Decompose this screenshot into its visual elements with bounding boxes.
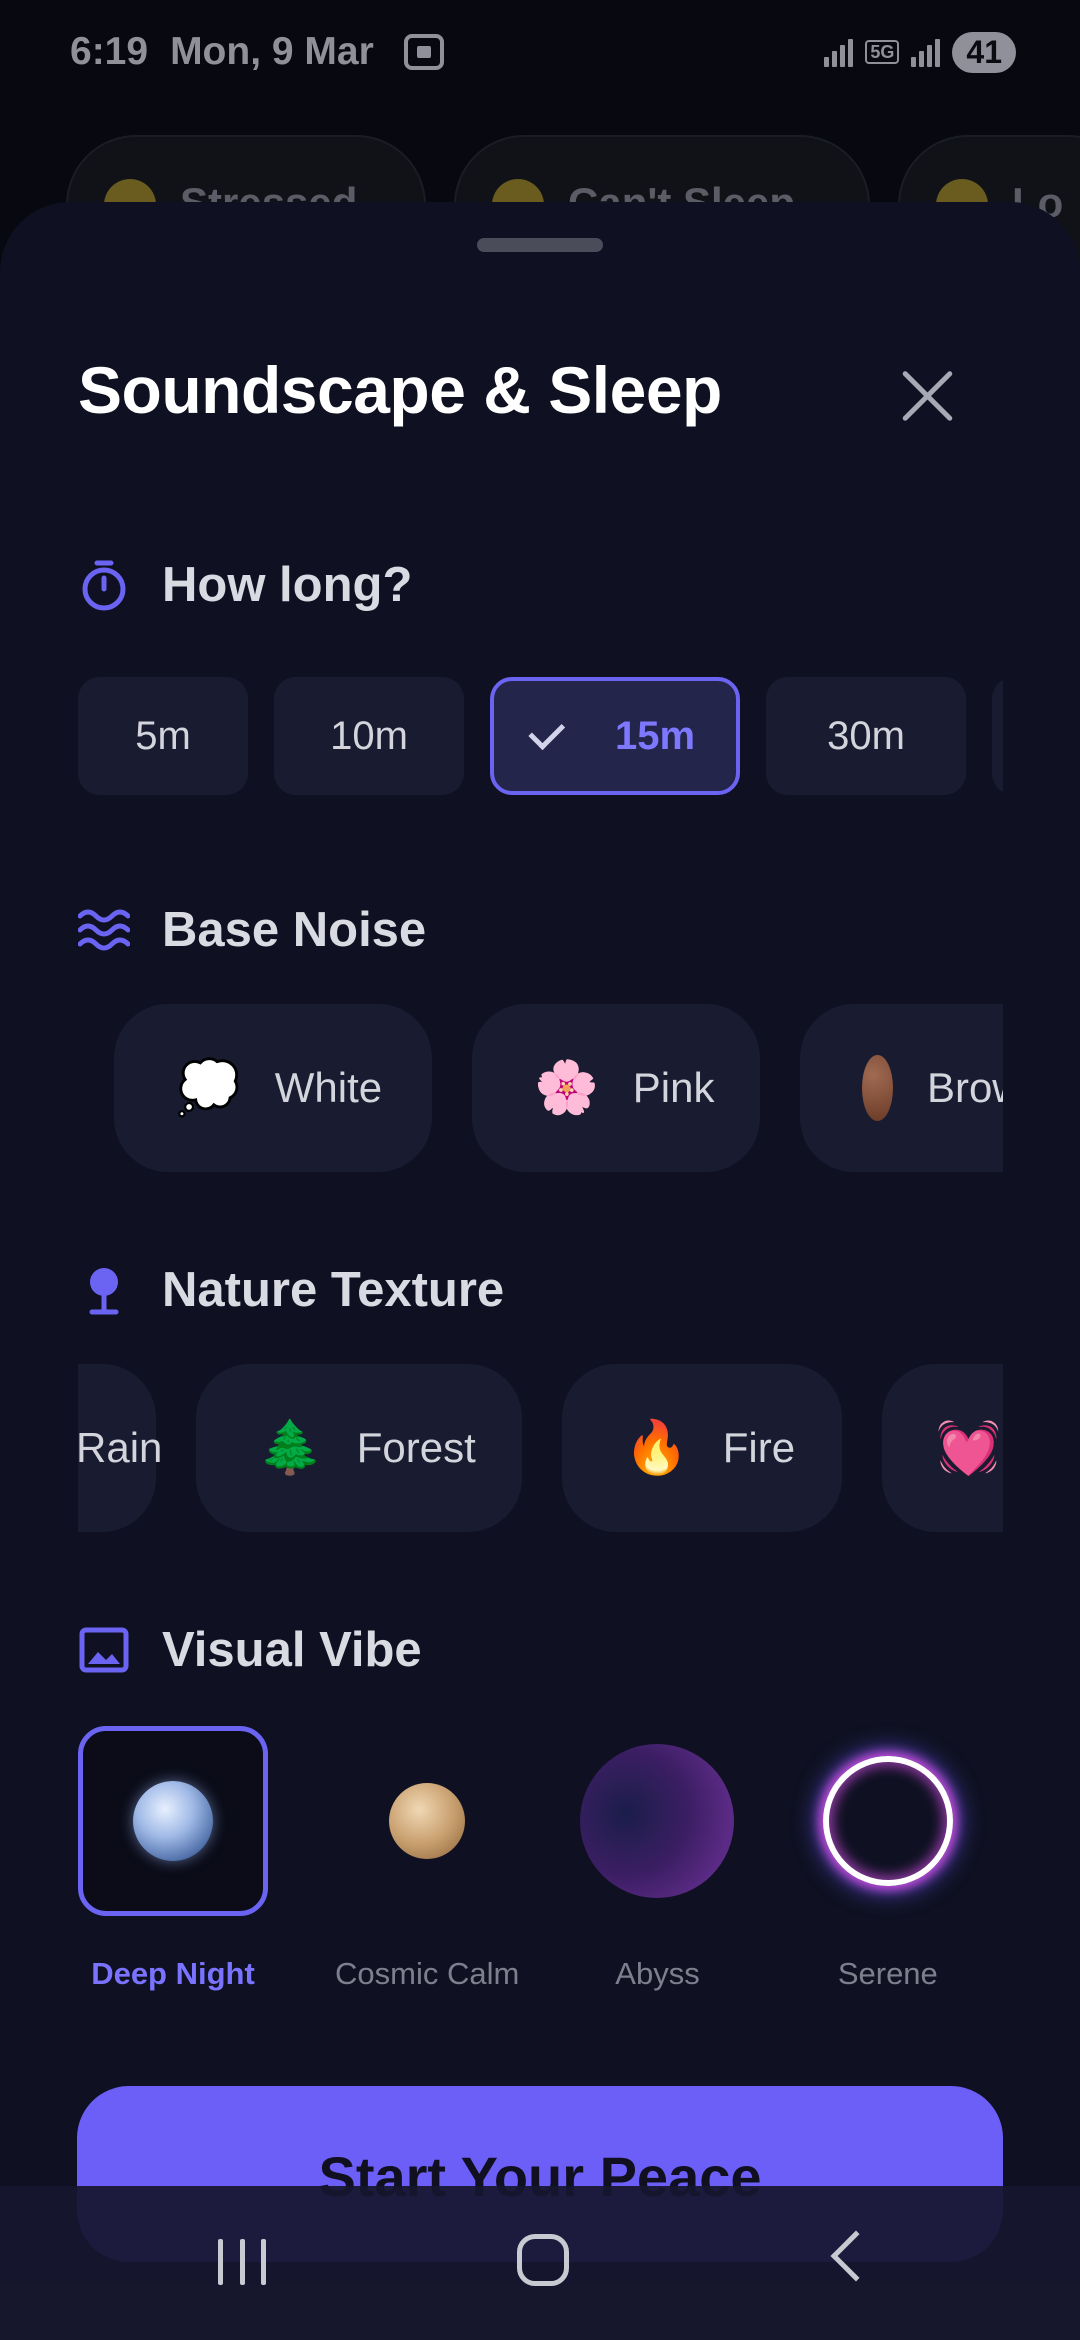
network-type-label: 5G xyxy=(865,40,900,64)
home-icon[interactable] xyxy=(517,2234,569,2286)
glow-ring-icon xyxy=(822,1756,953,1886)
nature-option-forest[interactable]: 🌲 Forest xyxy=(196,1364,522,1532)
recent-apps-icon[interactable] xyxy=(218,2239,266,2285)
image-icon xyxy=(79,1627,129,1673)
evergreen-tree-icon: 🌲 xyxy=(258,1419,323,1477)
base-noise-options: 💭 White 🌸 Pink Brown xyxy=(78,1004,1003,1174)
status-right: 5G 41 xyxy=(824,31,1016,73)
noise-option-label: White xyxy=(274,1064,383,1111)
duration-option-more[interactable] xyxy=(992,677,1003,795)
nature-option-label: Fire xyxy=(722,1424,796,1471)
vibe-option-abyss[interactable]: Abyss xyxy=(542,1726,772,1992)
sheet-title: Soundscape & Sleep xyxy=(78,353,722,427)
cherry-blossom-icon: 🌸 xyxy=(534,1059,599,1117)
duration-options: 5m 10m 15m 30m xyxy=(78,677,1003,801)
vibe-option-cosmic-calm[interactable]: Cosmic Calm xyxy=(312,1726,542,1992)
vibe-option-label: Serene xyxy=(837,1956,938,1991)
vibe-thumbnail xyxy=(332,1726,522,1916)
nature-texture-options: Rain 🌲 Forest 🔥 Fire 💓 xyxy=(78,1364,1003,1534)
vibe-option-label: Deep Night xyxy=(91,1956,255,1991)
battery-level: 41 xyxy=(952,31,1016,73)
noise-option-white[interactable]: 💭 White xyxy=(114,1004,432,1172)
abyss-orb-icon xyxy=(580,1744,735,1898)
visual-vibe-section-label: Visual Vibe xyxy=(162,1623,422,1677)
fire-icon: 🔥 xyxy=(624,1419,689,1477)
blue-moon-icon xyxy=(133,1781,213,1861)
signal-icon xyxy=(824,37,854,67)
screen: 6:19 Mon, 9 Mar 5G 41 Stressed Can't Sle… xyxy=(0,0,1080,2340)
tree-icon xyxy=(89,1268,119,1315)
waves-icon xyxy=(78,909,130,951)
navigation-bar xyxy=(0,2186,1080,2340)
duration-option-15m-selected[interactable]: 15m xyxy=(490,677,740,795)
vibe-thumbnail xyxy=(78,1726,268,1916)
base-noise-section-label: Base Noise xyxy=(162,903,427,957)
vibe-option-label: Abyss xyxy=(615,1956,700,1991)
duration-option-10m[interactable]: 10m xyxy=(274,677,464,795)
nature-option-label: Forest xyxy=(356,1424,476,1471)
status-time: 6:19 xyxy=(70,30,149,73)
duration-option-label: 30m xyxy=(827,713,905,758)
vibe-option-label: Cosmic Calm xyxy=(335,1956,520,1991)
visual-vibe-options: Deep Night Cosmic Calm Abyss Serene xyxy=(78,1726,1003,1992)
tan-moon-icon xyxy=(389,1783,466,1859)
duration-option-30m[interactable]: 30m xyxy=(766,677,966,795)
duration-section-header: How long? xyxy=(78,557,412,613)
visual-vibe-section-header: Visual Vibe xyxy=(78,1622,422,1678)
nature-option-label: Rain xyxy=(78,1424,163,1471)
nature-section-label: Nature Texture xyxy=(162,1263,505,1317)
nature-option-heartbeat[interactable]: 💓 xyxy=(882,1364,1003,1532)
back-icon[interactable] xyxy=(830,2230,882,2282)
noise-option-brown[interactable]: Brown xyxy=(800,1004,1003,1172)
sheet-drag-handle[interactable] xyxy=(477,238,603,252)
nature-option-rain[interactable]: Rain xyxy=(78,1364,162,1532)
vibe-thumbnail xyxy=(562,1726,752,1916)
noise-option-pink[interactable]: 🌸 Pink xyxy=(472,1004,760,1172)
nature-section-header: Nature Texture xyxy=(78,1262,504,1318)
beating-heart-icon: 💓 xyxy=(936,1419,1001,1477)
duration-section-label: How long? xyxy=(162,558,413,612)
signal-icon-2 xyxy=(911,37,941,67)
vibe-option-serene[interactable]: Serene xyxy=(773,1726,1003,1992)
timer-icon xyxy=(82,560,126,611)
screenshot-icon xyxy=(403,34,444,70)
close-icon[interactable] xyxy=(893,362,961,430)
duration-option-label: 5m xyxy=(135,713,191,758)
duration-option-label: 10m xyxy=(330,713,408,758)
status-bar: 6:19 Mon, 9 Mar 5G 41 xyxy=(0,0,1080,104)
vibe-thumbnail xyxy=(793,1726,983,1916)
soundscape-sheet: Soundscape & Sleep How long? 5m 10m 15m xyxy=(0,202,1080,2340)
nature-option-fire[interactable]: 🔥 Fire xyxy=(562,1364,842,1532)
duration-option-label: 15m xyxy=(614,713,696,758)
vibe-option-deep-night-selected[interactable]: Deep Night xyxy=(78,1726,268,1992)
brown-circle-icon xyxy=(862,1055,893,1121)
base-noise-section-header: Base Noise xyxy=(78,902,426,958)
duration-option-5m[interactable]: 5m xyxy=(78,677,248,795)
check-icon xyxy=(528,713,566,751)
speech-balloon-icon: 💭 xyxy=(176,1059,241,1117)
status-date: Mon, 9 Mar xyxy=(170,30,374,73)
noise-option-label: Brown xyxy=(926,1064,1003,1111)
noise-option-label: Pink xyxy=(632,1064,715,1111)
